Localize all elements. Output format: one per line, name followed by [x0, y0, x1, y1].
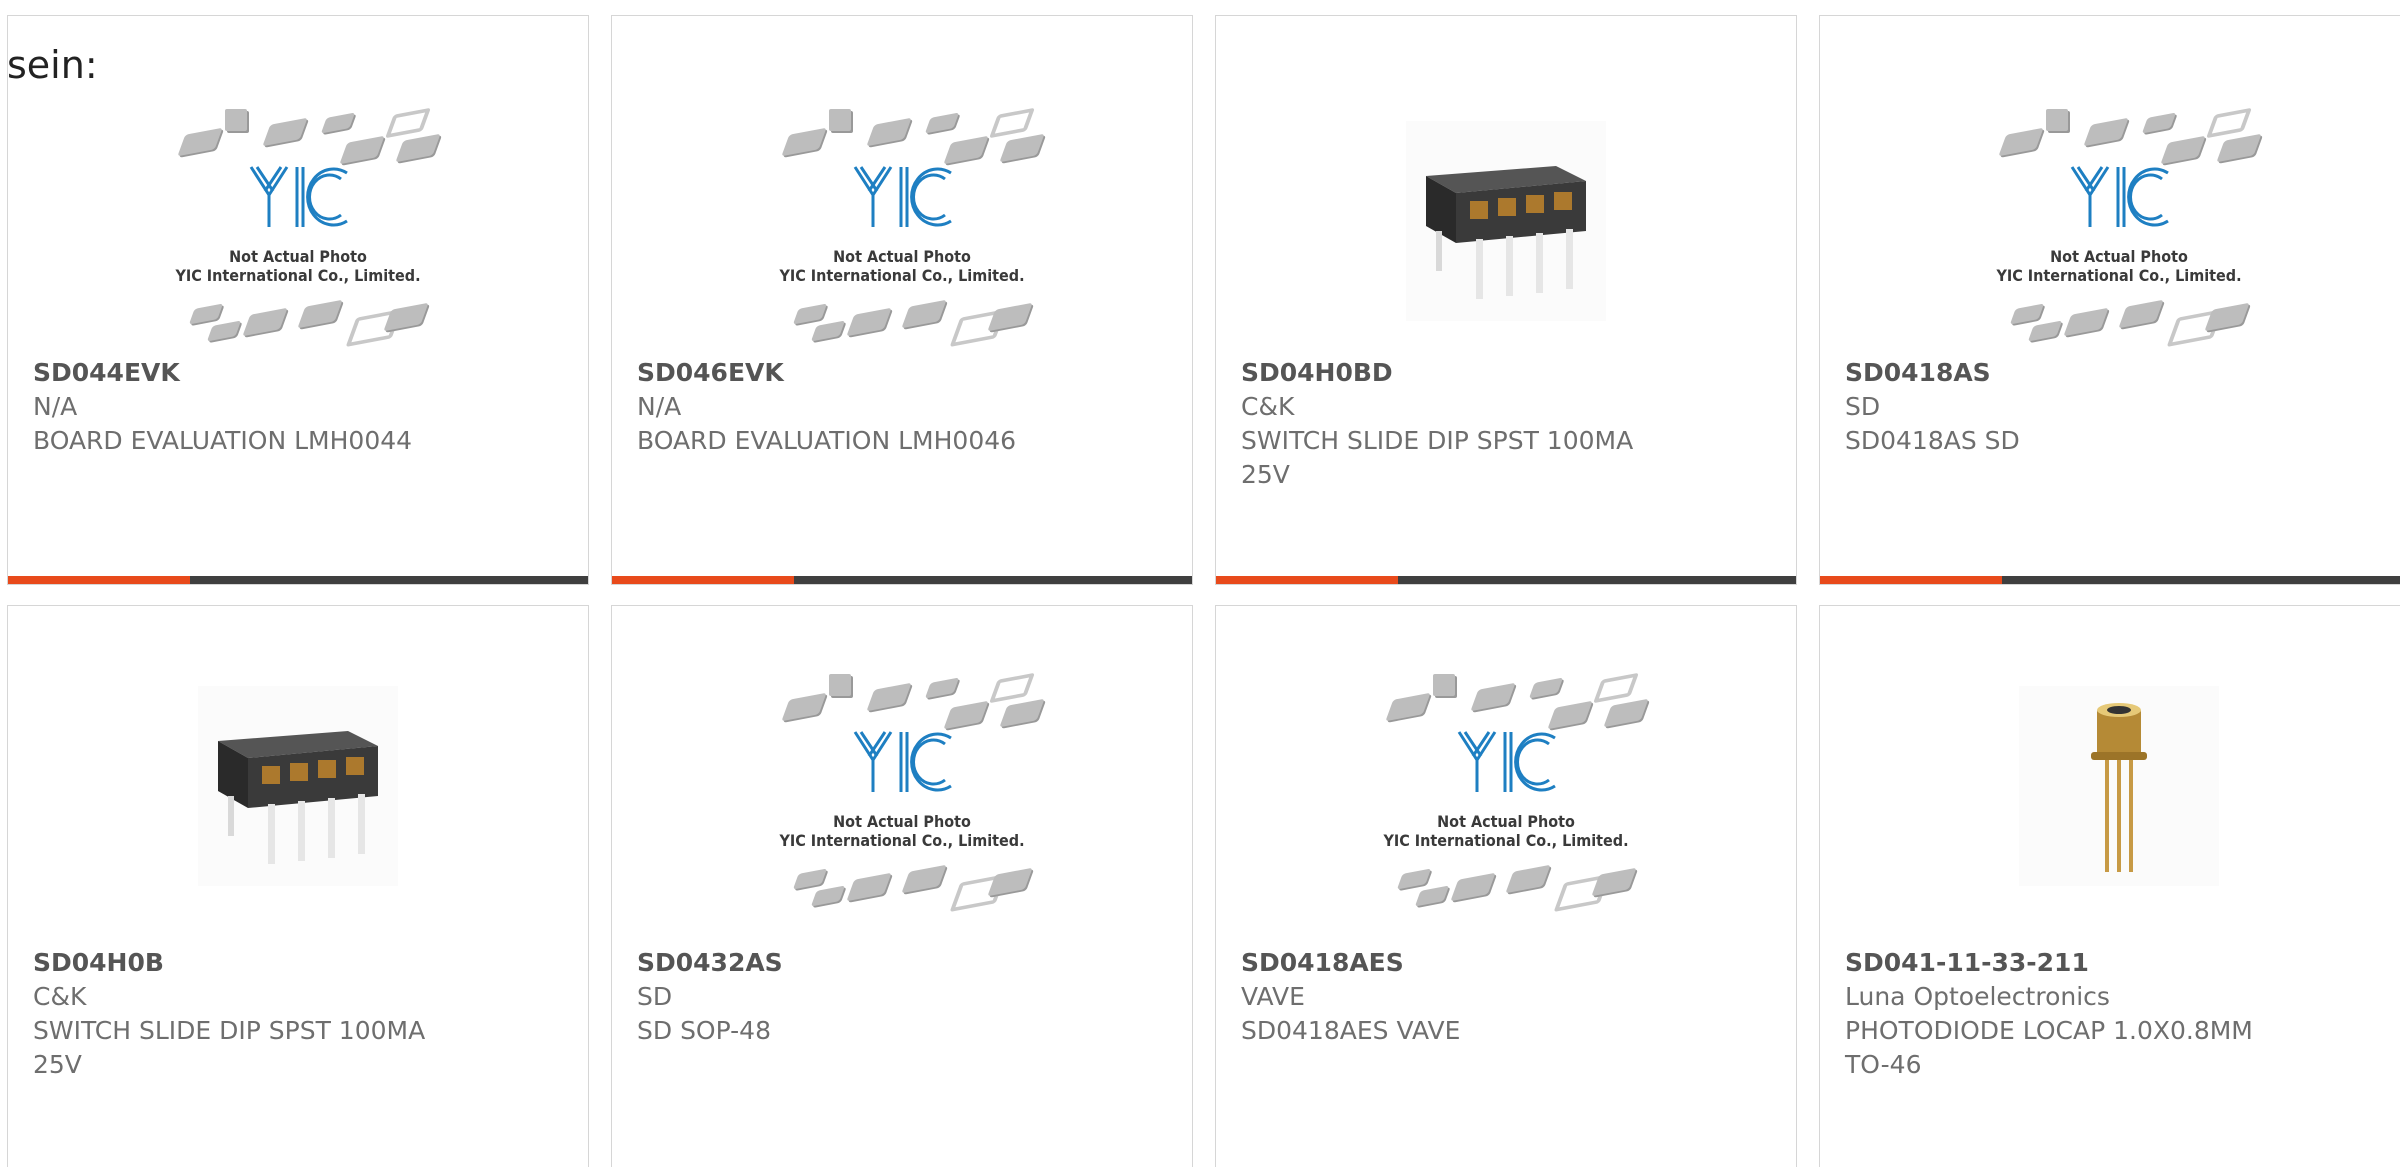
part-number-link[interactable]: SD046EVK	[637, 356, 1167, 390]
product-image[interactable]	[1984, 666, 2254, 906]
manufacturer: N/A	[33, 392, 78, 421]
product-image[interactable]	[1371, 101, 1641, 341]
product-image[interactable]: Not Actual Photo YIC International Co., …	[1371, 666, 1649, 913]
description: SD0418AS SD	[1845, 426, 2020, 455]
product-image[interactable]: Not Actual Photo YIC International Co., …	[767, 666, 1045, 913]
placeholder-image: Not Actual Photo YIC International Co., …	[163, 101, 441, 348]
product-grid: Not Actual Photo YIC International Co., …	[0, 0, 2400, 1167]
lead-text: sein:	[7, 43, 98, 87]
placeholder-image: Not Actual Photo YIC International Co., …	[1984, 101, 2262, 348]
card-accent-bar	[1216, 576, 1796, 584]
part-number-link[interactable]: SD041-11-33-211	[1845, 946, 2393, 980]
product-image[interactable]: Not Actual Photo YIC International Co., …	[1984, 101, 2262, 348]
yic-logo-icon	[853, 731, 952, 792]
manufacturer: SD	[637, 982, 673, 1011]
yic-logo-icon	[1457, 731, 1556, 792]
description: BOARD EVALUATION LMH0044	[33, 426, 413, 455]
product-card[interactable]: SD04H0B C&K SWITCH SLIDE DIP SPST 100MA …	[7, 605, 589, 1167]
product-info: SD044EVK N/A BOARD EVALUATION LMH0044	[33, 356, 563, 458]
product-grid-page: sein: Not Actual Photo YIC International…	[0, 0, 2400, 1167]
description: SWITCH SLIDE DIP SPST 100MA 25V	[1241, 426, 1634, 489]
part-number-link[interactable]: SD04H0BD	[1241, 356, 1771, 390]
part-number-link[interactable]: SD0432AS	[637, 946, 1167, 980]
part-number-link[interactable]: SD04H0B	[33, 946, 563, 980]
product-card[interactable]: Not Actual Photo YIC International Co., …	[611, 15, 1193, 585]
product-card[interactable]: Not Actual Photo YIC International Co., …	[1819, 15, 2400, 585]
yic-logo-icon	[2070, 166, 2169, 227]
not-actual-photo-text: Not Actual Photo YIC International Co., …	[1996, 247, 2242, 285]
product-card[interactable]: Not Actual Photo YIC International Co., …	[611, 605, 1193, 1167]
card-accent-bar	[612, 576, 1192, 584]
card-accent-bar	[1820, 576, 2400, 584]
manufacturer: C&K	[1241, 392, 1295, 421]
photodiode-photo	[2019, 686, 2219, 886]
yic-logo-icon	[853, 166, 952, 227]
dip-switch-icon	[218, 731, 378, 864]
yic-logo-icon	[249, 166, 348, 227]
description: SD0418AES VAVE	[1241, 1016, 1461, 1045]
part-number-link[interactable]: SD044EVK	[33, 356, 563, 390]
product-info: SD04H0BD C&K SWITCH SLIDE DIP SPST 100MA…	[1241, 356, 1771, 492]
product-info: SD0418AS SD SD0418AS SD	[1845, 356, 2393, 458]
product-info: SD041-11-33-211 Luna Optoelectronics PHO…	[1845, 946, 2393, 1082]
not-actual-photo-text: Not Actual Photo YIC International Co., …	[175, 247, 421, 285]
product-card[interactable]: Not Actual Photo YIC International Co., …	[7, 15, 589, 585]
part-number-link[interactable]: SD0418AS	[1845, 356, 2393, 390]
description: SWITCH SLIDE DIP SPST 100MA 25V	[33, 1016, 426, 1079]
not-actual-photo-text: Not Actual Photo YIC International Co., …	[779, 247, 1025, 285]
product-info: SD0432AS SD SD SOP-48	[637, 946, 1167, 1048]
product-card[interactable]: SD04H0BD C&K SWITCH SLIDE DIP SPST 100MA…	[1215, 15, 1797, 585]
manufacturer: C&K	[33, 982, 87, 1011]
manufacturer: Luna Optoelectronics	[1845, 982, 2110, 1011]
manufacturer: N/A	[637, 392, 682, 421]
not-actual-photo-text: Not Actual Photo YIC International Co., …	[1383, 812, 1629, 850]
product-info: SD046EVK N/A BOARD EVALUATION LMH0046	[637, 356, 1167, 458]
product-image[interactable]: Not Actual Photo YIC International Co., …	[767, 101, 1045, 348]
dip-switch-icon	[1426, 166, 1586, 299]
dip-switch-photo	[1406, 121, 1606, 321]
photodiode-icon	[2091, 703, 2147, 872]
placeholder-image: Not Actual Photo YIC International Co., …	[767, 666, 1045, 913]
description: SD SOP-48	[637, 1016, 771, 1045]
part-number-link[interactable]: SD0418AES	[1241, 946, 1771, 980]
description: PHOTODIODE LOCAP 1.0X0.8MM TO-46	[1845, 1016, 2253, 1079]
placeholder-image: Not Actual Photo YIC International Co., …	[1371, 666, 1649, 913]
not-actual-photo-text: Not Actual Photo YIC International Co., …	[779, 812, 1025, 850]
manufacturer: VAVE	[1241, 982, 1305, 1011]
card-accent-bar	[8, 576, 588, 584]
product-card[interactable]: SD041-11-33-211 Luna Optoelectronics PHO…	[1819, 605, 2400, 1167]
product-image[interactable]: Not Actual Photo YIC International Co., …	[163, 101, 441, 348]
manufacturer: SD	[1845, 392, 1881, 421]
dip-switch-photo	[198, 686, 398, 886]
placeholder-image: Not Actual Photo YIC International Co., …	[767, 101, 1045, 348]
product-image[interactable]	[163, 666, 433, 906]
product-info: SD04H0B C&K SWITCH SLIDE DIP SPST 100MA …	[33, 946, 563, 1082]
product-info: SD0418AES VAVE SD0418AES VAVE	[1241, 946, 1771, 1048]
description: BOARD EVALUATION LMH0046	[637, 426, 1017, 455]
product-card[interactable]: Not Actual Photo YIC International Co., …	[1215, 605, 1797, 1167]
